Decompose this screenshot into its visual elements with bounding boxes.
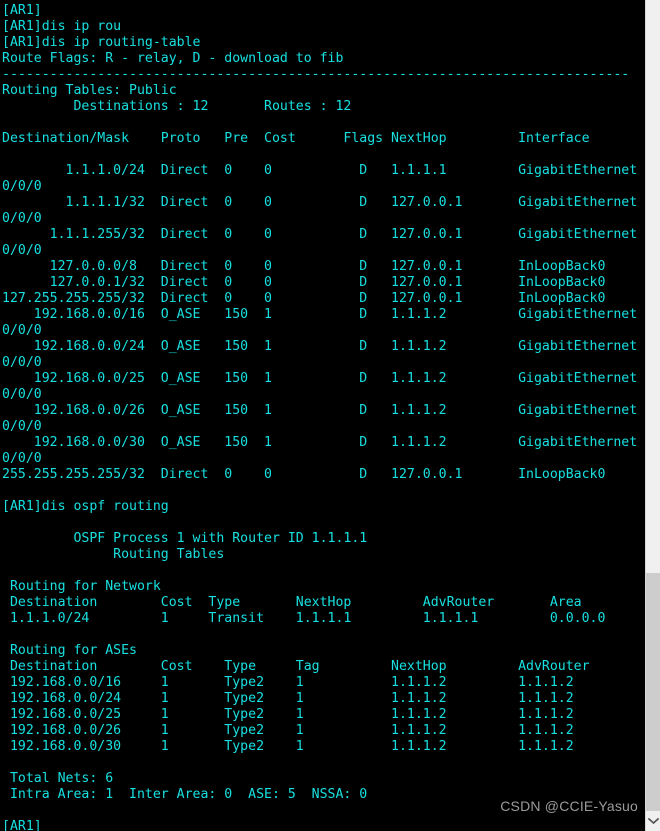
terminal-line: 192.168.0.0/16 1 Type2 1 1.1.1.2 1.1.1.2: [2, 675, 574, 690]
terminal-line: Route Flags: R - relay, D - download to …: [2, 51, 344, 66]
terminal-line: [AR1]dis ip rou: [2, 19, 122, 34]
terminal-line: 255.255.255.255/32 Direct 0 0 D 127.0.0.…: [2, 467, 606, 482]
terminal-line: 192.168.0.0/30 O_ASE 150 1 D 1.1.1.2 Gig…: [2, 435, 638, 450]
terminal-line: Routing Tables: [2, 547, 225, 562]
scrollbar-thumb[interactable]: [646, 573, 660, 811]
terminal-line: 1.1.1.1/32 Direct 0 0 D 127.0.0.1 Gigabi…: [2, 195, 638, 210]
terminal-line: ----------------------------------------…: [2, 67, 630, 82]
terminal-line: [AR1]dis ip routing-table: [2, 35, 201, 50]
terminal-line: 0/0/0: [2, 387, 42, 402]
terminal-line: Destination/Mask Proto Pre Cost Flags Ne…: [2, 131, 590, 146]
terminal-line: 192.168.0.0/24 O_ASE 150 1 D 1.1.1.2 Gig…: [2, 339, 638, 354]
terminal-line: 0/0/0: [2, 243, 42, 258]
terminal-line: 0/0/0: [2, 179, 42, 194]
terminal-line: 192.168.0.0/25 O_ASE 150 1 D 1.1.1.2 Gig…: [2, 371, 638, 386]
terminal-line: Destination Cost Type NextHop AdvRouter …: [2, 595, 582, 610]
terminal-line: 0/0/0: [2, 211, 42, 226]
terminal-line: OSPF Process 1 with Router ID 1.1.1.1: [2, 531, 368, 546]
terminal-line: 192.168.0.0/16 O_ASE 150 1 D 1.1.1.2 Gig…: [2, 307, 638, 322]
terminal-line: Total Nets: 6: [2, 771, 114, 786]
terminal-output[interactable]: [AR1] [AR1]dis ip rou [AR1]dis ip routing-…: [0, 0, 645, 831]
terminal-line: 192.168.0.0/30 1 Type2 1 1.1.1.2 1.1.1.2: [2, 739, 574, 754]
scrollbar-down-button[interactable]: [646, 811, 660, 831]
terminal-line: Destination Cost Type Tag NextHop AdvRou…: [2, 659, 590, 674]
terminal-line: 1.1.1.255/32 Direct 0 0 D 127.0.0.1 Giga…: [2, 227, 638, 242]
terminal-line: 127.0.0.1/32 Direct 0 0 D 127.0.0.1 InLo…: [2, 275, 606, 290]
terminal-line: 0/0/0: [2, 355, 42, 370]
terminal-line: 127.0.0.0/8 Direct 0 0 D 127.0.0.1 InLoo…: [2, 259, 606, 274]
terminal-line: 192.168.0.0/25 1 Type2 1 1.1.1.2 1.1.1.2: [2, 707, 574, 722]
terminal-line: 127.255.255.255/32 Direct 0 0 D 127.0.0.…: [2, 291, 606, 306]
terminal-line: [AR1]: [2, 3, 42, 18]
terminal-window: [AR1] [AR1]dis ip rou [AR1]dis ip routing-…: [0, 0, 660, 831]
terminal-line: 1.1.1.0/24 Direct 0 0 D 1.1.1.1 GigabitE…: [2, 163, 638, 178]
chevron-down-icon: [647, 817, 659, 825]
terminal-line: 192.168.0.0/26 O_ASE 150 1 D 1.1.1.2 Gig…: [2, 403, 638, 418]
terminal-line: Destinations : 12 Routes : 12: [2, 99, 352, 114]
terminal-line: 0/0/0: [2, 451, 42, 466]
terminal-line: Routing for Network: [2, 579, 161, 594]
terminal-line: [AR1]: [2, 819, 42, 831]
terminal-line: 0/0/0: [2, 323, 42, 338]
terminal-line: Routing for ASEs: [2, 643, 137, 658]
terminal-line: 0/0/0: [2, 419, 42, 434]
terminal-line: Intra Area: 1 Inter Area: 0 ASE: 5 NSSA:…: [2, 787, 368, 802]
terminal-line: 192.168.0.0/24 1 Type2 1 1.1.1.2 1.1.1.2: [2, 691, 574, 706]
vertical-scrollbar[interactable]: [645, 0, 660, 831]
terminal-line: [AR1]dis ospf routing: [2, 499, 169, 514]
terminal-line: 1.1.1.0/24 1 Transit 1.1.1.1 1.1.1.1 0.0…: [2, 611, 606, 626]
scrollbar-track-upper[interactable]: [646, 0, 660, 573]
terminal-line: Routing Tables: Public: [2, 83, 177, 98]
terminal-line: 192.168.0.0/26 1 Type2 1 1.1.1.2 1.1.1.2: [2, 723, 574, 738]
